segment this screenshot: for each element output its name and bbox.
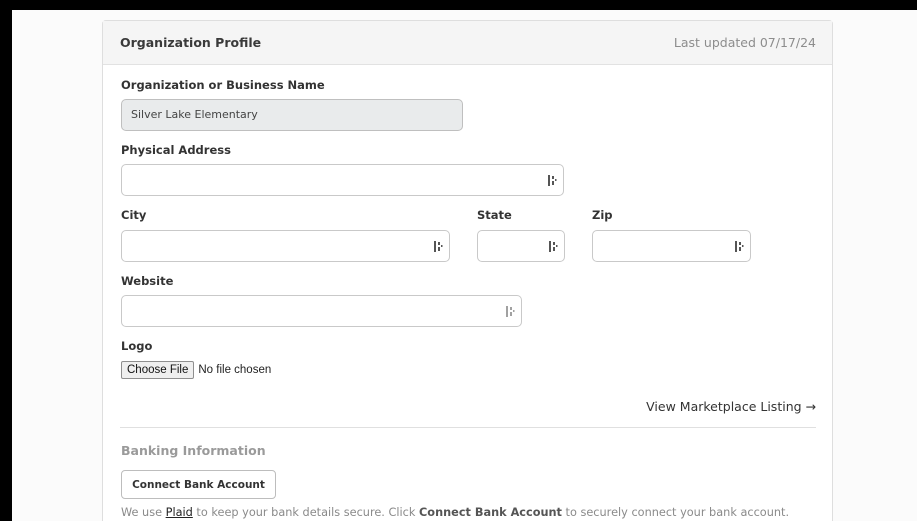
section-divider	[120, 427, 816, 428]
city-field[interactable]	[121, 230, 450, 262]
card-title: Organization Profile	[120, 35, 262, 50]
organization-profile-card: Organization Profile Last updated 07/17/…	[102, 20, 833, 521]
view-marketplace-listing-link[interactable]: View Marketplace Listing →	[646, 399, 816, 414]
logo-file-input: Choose File No file chosen	[121, 361, 271, 379]
zip-label: Zip	[592, 208, 613, 222]
website-label: Website	[121, 274, 174, 288]
connect-bank-account-button[interactable]: Connect Bank Account	[121, 470, 276, 499]
password-manager-icon[interactable]	[433, 240, 443, 253]
state-label: State	[477, 208, 512, 222]
state-field[interactable]	[477, 230, 565, 262]
city-label: City	[121, 208, 147, 222]
note-bold: Connect Bank Account	[419, 506, 562, 519]
address-field[interactable]	[121, 164, 564, 196]
password-manager-icon[interactable]	[734, 240, 744, 253]
password-manager-icon[interactable]	[548, 240, 558, 253]
org-name-field[interactable]: Silver Lake Elementary	[121, 99, 463, 131]
last-updated-text: Last updated 07/17/24	[673, 35, 816, 50]
file-status-text: No file chosen	[198, 364, 272, 376]
org-name-label: Organization or Business Name	[121, 78, 325, 92]
zip-field[interactable]	[592, 230, 751, 262]
banking-section-title: Banking Information	[121, 443, 266, 458]
note-prefix: We use	[121, 506, 166, 519]
note-suffix: to securely connect your bank account.	[561, 506, 790, 519]
password-manager-icon[interactable]	[547, 174, 557, 187]
address-label: Physical Address	[121, 143, 231, 157]
plaid-link[interactable]: Plaid	[166, 506, 193, 519]
card-header: Organization Profile Last updated 07/17/…	[103, 21, 832, 65]
choose-file-button[interactable]: Choose File	[121, 361, 195, 379]
screen: Organization Profile Last updated 07/17/…	[12, 10, 917, 521]
banking-note: We use Plaid to keep your bank details s…	[121, 506, 789, 519]
org-name-value: Silver Lake Elementary	[131, 108, 258, 121]
password-manager-icon[interactable]	[505, 305, 515, 318]
note-middle: to keep your bank details secure. Click	[192, 506, 420, 519]
website-field[interactable]	[121, 295, 522, 327]
logo-label: Logo	[121, 339, 153, 353]
